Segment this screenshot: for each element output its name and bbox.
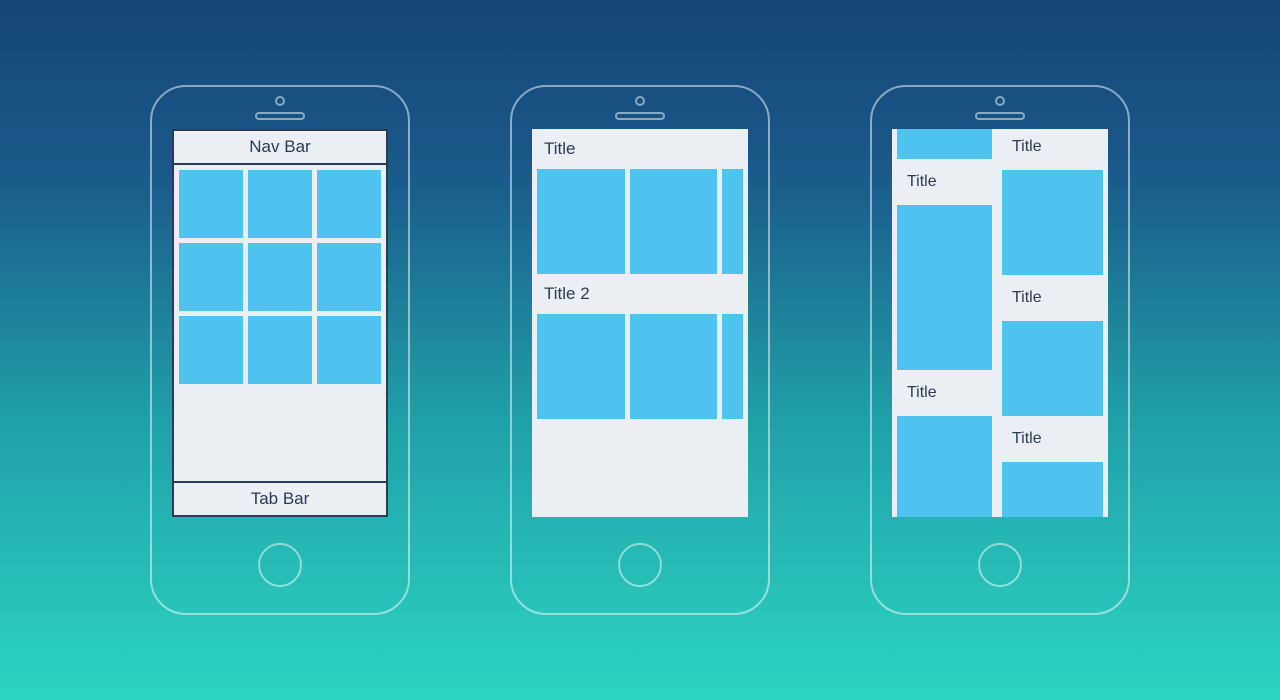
phone-bottom-hardware <box>978 517 1022 613</box>
camera-icon <box>995 96 1005 106</box>
card-tile[interactable] <box>630 169 718 274</box>
card-tile[interactable] <box>630 314 718 419</box>
masonry-title-label: Title <box>1002 421 1103 457</box>
grid-collection-view <box>174 165 386 389</box>
masonry-tile[interactable] <box>1002 321 1103 416</box>
grid-tile[interactable] <box>179 170 243 238</box>
masonry-layout: Title Title Title Title Title <box>892 129 1108 517</box>
content-empty-area <box>532 419 748 517</box>
card-tile[interactable] <box>537 169 625 274</box>
tab-bar[interactable]: Tab Bar <box>174 481 386 515</box>
speaker-icon <box>255 112 305 120</box>
masonry-title-label: Title <box>1002 129 1103 165</box>
speaker-icon <box>975 112 1025 120</box>
phone-bottom-hardware <box>618 517 662 613</box>
phone-top-hardware <box>872 87 1128 129</box>
grid-tile[interactable] <box>179 316 243 384</box>
speaker-icon <box>615 112 665 120</box>
grid-tile[interactable] <box>248 316 312 384</box>
grid-tile[interactable] <box>248 170 312 238</box>
nav-bar-label: Nav Bar <box>249 137 310 157</box>
home-button-icon <box>978 543 1022 587</box>
phone-3-screen: Title Title Title Title Title <box>892 129 1108 517</box>
masonry-tile[interactable] <box>1002 462 1103 517</box>
masonry-tile[interactable] <box>897 129 992 159</box>
section-header-2: Title 2 <box>532 274 748 314</box>
section-header-1: Title <box>532 129 748 169</box>
grid-tile[interactable] <box>248 243 312 311</box>
nav-bar[interactable]: Nav Bar <box>174 131 386 165</box>
grid-tile[interactable] <box>179 243 243 311</box>
grid-tile[interactable] <box>317 170 381 238</box>
horizontal-row-2 <box>532 314 748 419</box>
phone-mockup-3: Title Title Title Title Title <box>870 85 1130 615</box>
phone-mockup-1: Nav Bar Tab Bar <box>150 85 410 615</box>
phone-bottom-hardware <box>258 517 302 613</box>
camera-icon <box>275 96 285 106</box>
home-button-icon <box>618 543 662 587</box>
section-title-label: Title 2 <box>544 284 590 303</box>
grid-tile[interactable] <box>317 316 381 384</box>
masonry-tile-tall[interactable] <box>897 205 992 370</box>
card-tile[interactable] <box>537 314 625 419</box>
masonry-title-label: Title <box>897 375 992 411</box>
masonry-tile[interactable] <box>1002 170 1103 275</box>
phone-2-screen: Title Title 2 <box>532 129 748 517</box>
masonry-tile[interactable] <box>897 416 992 517</box>
phone-top-hardware <box>152 87 408 129</box>
phone-mockup-2: Title Title 2 <box>510 85 770 615</box>
masonry-title-label: Title <box>897 164 992 200</box>
card-tile-peek[interactable] <box>722 314 743 419</box>
diagram-stage: Nav Bar Tab Bar <box>0 0 1280 700</box>
horizontal-row-1 <box>532 169 748 274</box>
grid-empty-area <box>174 389 386 481</box>
grid-tile[interactable] <box>317 243 381 311</box>
camera-icon <box>635 96 645 106</box>
phone-top-hardware <box>512 87 768 129</box>
card-tile-peek[interactable] <box>722 169 743 274</box>
tab-bar-label: Tab Bar <box>251 489 310 509</box>
phone-1-screen: Nav Bar Tab Bar <box>172 129 388 517</box>
section-title-label: Title <box>544 139 576 158</box>
masonry-title-label: Title <box>1002 280 1103 316</box>
home-button-icon <box>258 543 302 587</box>
